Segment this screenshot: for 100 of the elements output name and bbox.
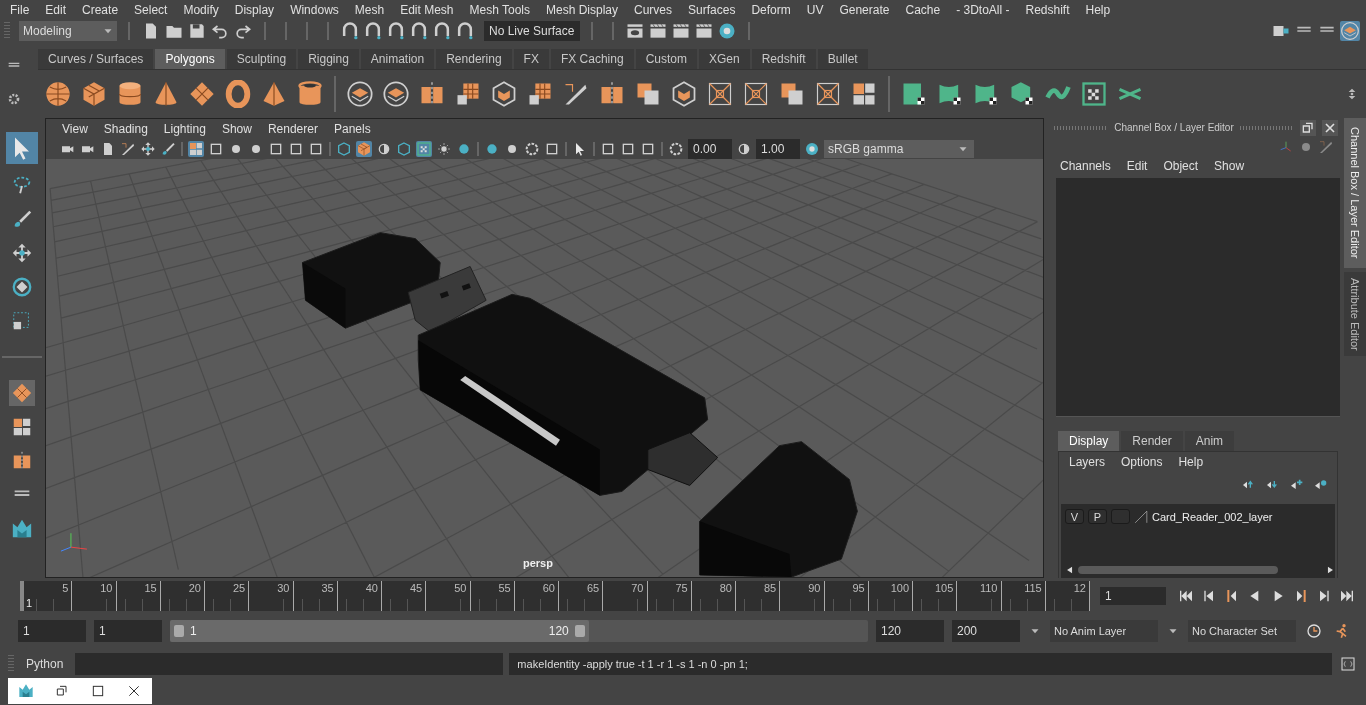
- image-plane-icon[interactable]: [120, 140, 136, 157]
- shelf-tab[interactable]: Curves / Surfaces: [38, 49, 154, 69]
- panel-menu-item[interactable]: Lighting: [155, 119, 214, 138]
- menu-item[interactable]: Cache: [897, 0, 949, 19]
- torus-icon[interactable]: [224, 79, 252, 108]
- cylinder-icon[interactable]: [116, 79, 144, 108]
- snap-magnet-icon[interactable]: [363, 21, 383, 42]
- menu-item[interactable]: - 3DtoAll -: [948, 0, 1018, 19]
- channel-box-menu-item[interactable]: Object: [1155, 156, 1207, 175]
- panel-menu-item[interactable]: Shading: [95, 119, 156, 138]
- live-surface-field[interactable]: No Live Surface: [484, 21, 580, 42]
- menu-item[interactable]: File: [2, 0, 38, 19]
- menu-item[interactable]: Generate: [831, 0, 898, 19]
- shelf-tab[interactable]: FX Caching: [550, 49, 634, 69]
- single-view-icon[interactable]: [9, 379, 35, 406]
- panel-menu-item[interactable]: View: [54, 119, 96, 138]
- layer-editor-tab[interactable]: Anim: [1184, 430, 1235, 451]
- snap-magnet-icon[interactable]: [386, 21, 406, 42]
- anim-layer-dropdown[interactable]: No Anim Layer: [1050, 620, 1158, 643]
- select-tool-icon[interactable]: [6, 131, 38, 164]
- shelf-tab[interactable]: FX: [513, 49, 549, 69]
- grid-icon[interactable]: [188, 140, 204, 157]
- playback-end-field[interactable]: 120: [876, 620, 944, 643]
- menu-item[interactable]: Edit Mesh: [392, 0, 462, 19]
- range-slider-track[interactable]: 1 120: [170, 620, 868, 643]
- layer-menu-item[interactable]: Options: [1113, 452, 1171, 471]
- menu-item[interactable]: Help: [1077, 0, 1119, 19]
- scrollbar-thumb[interactable]: [1078, 565, 1278, 574]
- end-frame-field[interactable]: 200: [952, 620, 1020, 643]
- grease-pencil-icon[interactable]: [160, 140, 176, 157]
- visibility-toggle[interactable]: V: [1065, 509, 1084, 524]
- side-tab[interactable]: Channel Box / Layer Editor: [1344, 117, 1366, 268]
- playback-start-field[interactable]: 1: [94, 620, 162, 643]
- sphere-icon[interactable]: [44, 79, 72, 108]
- menu-item[interactable]: Redshift: [1017, 0, 1078, 19]
- logo-icon[interactable]: [18, 682, 34, 699]
- channel-box-menu-item[interactable]: Edit: [1118, 156, 1156, 175]
- mode-dropdown[interactable]: Modeling: [19, 21, 117, 42]
- menu-item[interactable]: Surfaces: [680, 0, 744, 19]
- minimized-window[interactable]: [8, 677, 152, 704]
- layer-color-swatch[interactable]: [1134, 509, 1148, 524]
- menu-item[interactable]: Mesh Display: [538, 0, 627, 19]
- shelf-tab[interactable]: XGen: [698, 49, 750, 69]
- script-editor-icon[interactable]: [1340, 655, 1356, 672]
- shelf-tab[interactable]: Rigging: [298, 49, 359, 69]
- color-space-dropdown[interactable]: sRGB gamma: [824, 139, 974, 158]
- layer-menu-item[interactable]: Layers: [1061, 452, 1114, 471]
- channel-box-menu-item[interactable]: Show: [1206, 156, 1253, 175]
- shelf-tab[interactable]: Polygons: [155, 49, 225, 69]
- menu-item[interactable]: Edit: [37, 0, 75, 19]
- menu-item[interactable]: Mesh Tools: [461, 0, 538, 19]
- float-icon[interactable]: [1300, 119, 1316, 136]
- exposure-icon[interactable]: [668, 140, 684, 157]
- snap-magnet-icon[interactable]: [432, 21, 452, 42]
- shelf-tab[interactable]: Sculpting: [226, 49, 297, 69]
- exposure-field[interactable]: 0.00: [688, 138, 732, 159]
- menu-item[interactable]: UV: [798, 0, 832, 19]
- card-reader-model-drawing[interactable]: [302, 231, 858, 577]
- close-icon[interactable]: [1322, 119, 1338, 136]
- menu-item[interactable]: Create: [74, 0, 127, 19]
- layer-editor-tab[interactable]: Render: [1121, 430, 1183, 451]
- scroll-right-icon[interactable]: [1325, 564, 1335, 575]
- snap-magnet-icon[interactable]: [340, 21, 360, 42]
- snap-magnet-icon[interactable]: [409, 21, 429, 42]
- layer-menu-item[interactable]: Help: [1170, 452, 1212, 471]
- menu-item[interactable]: Curves: [626, 0, 681, 19]
- anti-aliasing-icon[interactable]: [524, 140, 540, 157]
- menu-item[interactable]: Modify: [175, 0, 227, 19]
- time-ruler[interactable]: 5 10 15 20 25 30 35 40 45 50 55 60 65 70 75 80 85 90 95 100 105 110 115 12 1: [20, 581, 1090, 612]
- menu-item[interactable]: Display: [226, 0, 283, 19]
- panel-menu-item[interactable]: Show: [213, 119, 260, 138]
- scroll-left-icon[interactable]: [1065, 564, 1075, 575]
- shelf-tab[interactable]: Redshift: [751, 49, 816, 69]
- snap-magnet-icon[interactable]: [455, 21, 475, 42]
- wireframe-icon[interactable]: [336, 140, 352, 157]
- menu-item[interactable]: Deform: [743, 0, 799, 19]
- side-tab[interactable]: Attribute Editor: [1344, 271, 1366, 357]
- layer-name[interactable]: Card_Reader_002_layer: [1152, 510, 1273, 523]
- menu-item[interactable]: Mesh: [346, 0, 393, 19]
- wireframe-on-shaded-icon[interactable]: [396, 140, 412, 157]
- command-input[interactable]: [75, 652, 504, 675]
- current-frame-field[interactable]: 1: [1100, 587, 1166, 606]
- channel-box-menu-item[interactable]: Channels: [1052, 156, 1119, 175]
- textured-icon[interactable]: [416, 140, 432, 157]
- shelf-tab[interactable]: Animation: [360, 49, 435, 69]
- panel-menu-item[interactable]: Renderer: [259, 119, 326, 138]
- shelf-tab[interactable]: Rendering: [436, 49, 512, 69]
- cube-outline-icon[interactable]: [670, 79, 698, 108]
- language-toggle[interactable]: Python: [20, 656, 70, 671]
- clock-icon[interactable]: [1306, 623, 1322, 640]
- panel-menu-item[interactable]: Panels: [325, 119, 379, 138]
- playback-toggle[interactable]: P: [1088, 509, 1107, 524]
- range-slider-fill[interactable]: 1 120: [170, 620, 589, 643]
- lights-icon[interactable]: [436, 140, 452, 157]
- smooth-shade-icon[interactable]: [356, 140, 372, 157]
- channel-box-icon[interactable]: [1340, 21, 1360, 42]
- gamma-field[interactable]: 1.00: [756, 138, 800, 159]
- shelf-tab[interactable]: Bullet: [817, 49, 868, 69]
- pivot-icon[interactable]: [140, 140, 156, 157]
- shelf-tab[interactable]: Custom: [635, 49, 697, 69]
